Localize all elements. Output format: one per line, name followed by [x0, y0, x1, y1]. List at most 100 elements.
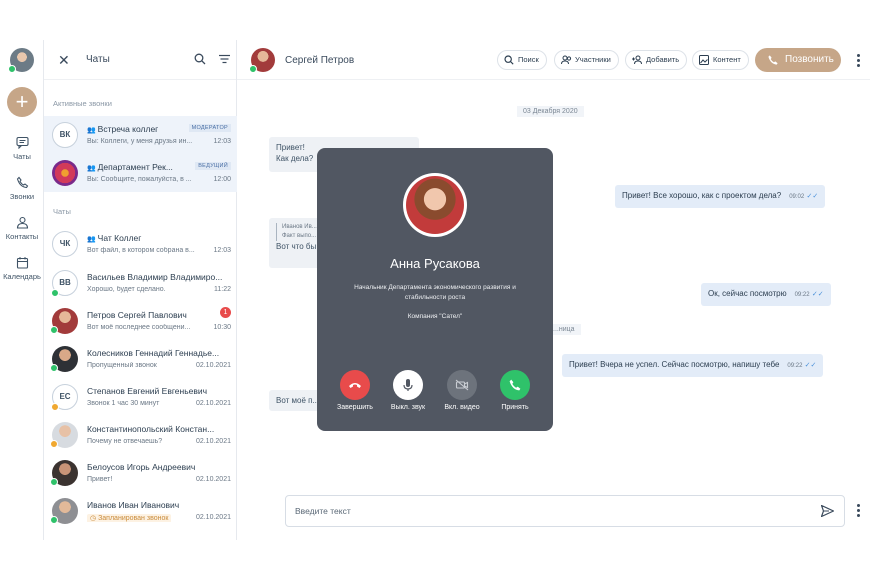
incoming-call-dialog: Анна Русакова Начальник Департамента эко… [317, 148, 553, 431]
chat-time: 02.10.2021 [195, 362, 231, 369]
chat-name: 👥 Чат Коллег [87, 233, 232, 243]
online-status-dot [249, 65, 257, 73]
nav-item-contacts[interactable]: Контакты [0, 216, 44, 241]
read-check-icon: ✓✓ [804, 362, 817, 369]
more-options-icon[interactable] [857, 54, 860, 69]
search-icon[interactable] [194, 53, 206, 65]
unread-badge: 1 [220, 307, 231, 318]
phone-icon [768, 55, 778, 65]
chat-name-text: Департамент Рек... [97, 162, 173, 172]
message-text: Вот что бы... [276, 242, 323, 251]
add-user-icon [632, 55, 642, 65]
online-status-dot [50, 516, 58, 524]
caller-name: Анна Русакова [390, 256, 480, 271]
section-chats: Чаты [53, 207, 71, 216]
quote-text: Факт выпо... [282, 233, 317, 239]
chat-time: 12:00 [213, 176, 231, 183]
avatar: ЕС [51, 384, 78, 411]
nav-label: Контакты [5, 232, 39, 241]
search-button[interactable]: Поиск [497, 50, 547, 70]
avatar-initials: ЕС [59, 392, 71, 401]
list-item[interactable]: ВК 👥 Встреча коллег МОДЕРАТОР Вы: Коллег… [44, 116, 237, 154]
chat-name: Колесников Геннадий Геннадье... [87, 348, 220, 358]
avatar: ВК [52, 122, 78, 148]
chat-name: Васильев Владимир Владимиро... [87, 272, 223, 282]
caller-company: Компания "Сател" [407, 313, 463, 320]
left-nav: + Чаты Звонки Контакты Календарь [0, 40, 44, 540]
outgoing-message: Привет! Все хорошо, как с проектом дела?… [615, 185, 826, 208]
nav-item-chats[interactable]: Чаты [0, 136, 44, 161]
chat-preview: Вот файл, в котором собрана в... [87, 247, 195, 254]
role-badge: МОДЕРАТОР [188, 124, 231, 132]
online-status-dot [51, 289, 59, 297]
chat-preview: ◷ Запланирован звонок [87, 514, 202, 522]
message-text: Вот моё п... [276, 396, 320, 405]
add-label: Добавить [646, 55, 680, 64]
call-button[interactable]: Позвонить [755, 48, 841, 72]
contact-name: Сергей Петров [285, 55, 355, 66]
participants-icon [561, 55, 572, 65]
participants-label: Участники [575, 55, 611, 64]
avatar [52, 160, 78, 186]
chat-time: 02.10.2021 [195, 514, 231, 521]
filter-icon[interactable] [219, 54, 230, 64]
message-text: Привет! Все хорошо, как с проектом дела? [622, 191, 782, 200]
chat-time: 02.10.2021 [195, 438, 231, 445]
list-item[interactable]: ЧК 👥 Чат Коллег Вот файл, в котором собр… [44, 225, 237, 263]
message-input[interactable]: Введите текст [285, 495, 845, 527]
list-item[interactable]: Колесников Геннадий Геннадье... Пропущен… [44, 340, 237, 378]
nav-item-calls[interactable]: Звонки [0, 176, 44, 201]
caller-position: Начальник Департамента экономического ра… [354, 284, 516, 301]
participants-button[interactable]: Участники [554, 50, 619, 70]
avatar[interactable] [249, 48, 275, 73]
avatar: ВВ [51, 270, 78, 297]
online-status-dot [50, 478, 58, 486]
caller-avatar [403, 173, 467, 237]
more-options-icon[interactable] [857, 504, 860, 519]
date-separator: 03 Декабря 2020 [517, 106, 584, 117]
close-icon[interactable]: ✕ [58, 52, 70, 69]
content-icon [699, 55, 709, 65]
nav-item-calendar[interactable]: Календарь [0, 256, 44, 281]
mute-label: Выкл. звук [390, 404, 426, 411]
list-item[interactable]: Петров Сергей Павлович 1 Вот моё последн… [44, 302, 237, 340]
outgoing-message: Привет! Вчера не успел. Сейчас посмотрю,… [562, 354, 824, 377]
accept-call-button[interactable]: Принять [485, 370, 545, 411]
send-icon[interactable] [821, 505, 834, 517]
list-item[interactable]: 👥 Департамент Рек... ВЕДУЩИЙ Вы: Сообщит… [44, 154, 237, 192]
outgoing-message: Ок, сейчас посмотрю 09:22 ✓✓ [701, 283, 831, 306]
role-badge: ВЕДУЩИЙ [195, 162, 231, 170]
video-off-icon [447, 370, 477, 400]
chat-preview: Вы: Сообщите, пожалуйста, в ... [87, 176, 192, 183]
chat-name: Петров Сергей Павлович [87, 310, 187, 320]
add-participant-button[interactable]: Добавить [625, 50, 688, 70]
accept-label: Принять [501, 404, 529, 411]
mute-button[interactable]: Выкл. звук [378, 370, 438, 411]
list-item[interactable]: ВВ Васильев Владимир Владимиро... Хорошо… [44, 264, 237, 302]
chat-time: 10:30 [213, 324, 231, 331]
video-button[interactable]: Вкл. видео [432, 370, 492, 411]
content-button[interactable]: Контент [692, 50, 749, 70]
chat-name-text: Встреча коллег [97, 124, 159, 134]
scheduled-call-tag: ◷ Запланирован звонок [87, 514, 172, 522]
list-item[interactable]: ЕС Степанов Евгений Евгеньевич Звонок 1 … [44, 378, 237, 416]
online-status-dot [8, 65, 16, 73]
chat-name: Белоусов Игорь Андреевич [87, 462, 196, 472]
section-active-calls: Активные звонки [53, 99, 112, 108]
chat-preview: Звонок 1 час 30 минут [87, 400, 160, 407]
read-check-icon: ✓✓ [806, 193, 819, 200]
chat-icon [15, 136, 29, 149]
end-call-button[interactable]: Завершить [325, 370, 385, 411]
microphone-icon [393, 370, 423, 400]
chat-preview: Вы: Коллеги, у меня друзья ин... [87, 138, 193, 145]
list-item[interactable]: Иванов Иван Иванович ◷ Запланирован звон… [44, 492, 237, 530]
content-label: Контент [713, 55, 741, 64]
chat-list-header: ✕ Чаты [44, 40, 236, 80]
clock-icon: ◷ [90, 515, 99, 522]
list-item[interactable]: Константинопольский Констан... Почему не… [44, 416, 237, 454]
chat-preview: Вот моё последнее сообщени... [87, 324, 191, 331]
new-chat-button[interactable]: + [7, 87, 37, 117]
list-item[interactable]: Белоусов Игорь Андреевич Привет! 02.10.2… [44, 454, 237, 492]
chat-name: Степанов Евгений Евгеньевич [87, 386, 208, 396]
my-avatar[interactable] [8, 48, 34, 73]
